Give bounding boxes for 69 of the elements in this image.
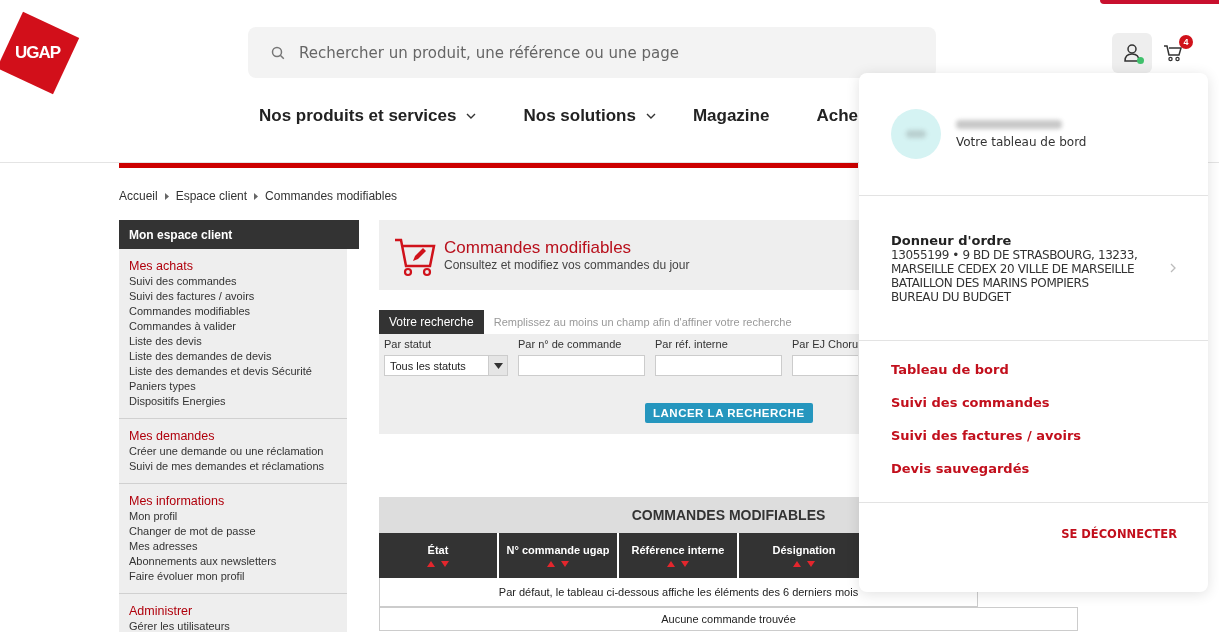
avatar[interactable] (891, 109, 941, 159)
column-header[interactable]: N° commande ugap (499, 533, 617, 578)
sidebar-link[interactable]: Liste des devis (129, 334, 337, 349)
sidebar-link[interactable]: Paniers types (129, 379, 337, 394)
sort-icon (793, 561, 815, 567)
sidebar-link[interactable]: Mes adresses (129, 539, 337, 554)
page-title: Commandes modifiables (444, 238, 633, 258)
sidebar-link[interactable]: Liste des demandes de devis (129, 349, 337, 364)
table-note: Par défaut, le tableau ci-dessous affiche les éléments des 6 derniers mois (497, 585, 860, 600)
menu-link[interactable]: Devis sauvegardés (891, 461, 1176, 479)
breadcrumb-link[interactable]: Accueil (119, 189, 158, 203)
column-header[interactable]: Référence interne (619, 533, 737, 578)
orderer-link[interactable]: Donneur d'ordre 13055199 • 9 BD DE STRASBOURG, 13233, MARSEILLE CEDEX 20 VILLE DE MARSEILLE BATAILLON DES MARINS POMPIERS BUREAU DU BUDGET (859, 196, 1208, 341)
sidebar-link[interactable]: Gérer les utilisateurs (129, 619, 337, 632)
sidebar-link[interactable]: Créer une demande ou une réclamation (129, 444, 337, 459)
sidebar-link[interactable]: Commandes à valider (129, 319, 337, 334)
section-heading: Mes informations (129, 494, 226, 508)
empty-message: Aucune commande trouvée (379, 607, 1078, 631)
chevron-right-icon (1170, 263, 1176, 273)
section-heading: Administrer (129, 604, 194, 618)
sort-icon (427, 561, 449, 567)
nav-item[interactable]: Magazine (692, 106, 770, 126)
cart-button[interactable]: 4 (1163, 35, 1193, 65)
sidebar-link[interactable]: Changer de mot de passe (129, 524, 337, 539)
user-icon (1123, 43, 1141, 63)
filter-label: Par n° de commande (518, 338, 623, 350)
breadcrumb-separator-icon (254, 192, 259, 200)
filter-label: Par EJ Choru (792, 338, 858, 350)
section-heading: Mes demandes (129, 429, 216, 443)
sidebar-link[interactable]: Suivi de mes demandes et réclamations (129, 459, 337, 474)
sidebar-link[interactable]: Commandes modifiables (129, 304, 337, 319)
breadcrumb-link[interactable]: Commandes modifiables (265, 189, 398, 203)
search-icon (271, 46, 285, 60)
column-header[interactable]: État (379, 533, 497, 578)
menu-link[interactable]: Suivi des factures / avoirs (891, 428, 1176, 446)
search-field[interactable]: Rechercher un produit, une référence ou une page (248, 27, 936, 78)
dropdown-arrow-icon (493, 362, 503, 369)
search-tab[interactable]: Votre recherche (379, 310, 484, 334)
cart-icon (1163, 43, 1183, 63)
nav-item[interactable]: Nos solutions (523, 106, 656, 126)
dashboard-caption: Votre tableau de bord (956, 134, 1087, 149)
page-subtitle: Consultez et modifiez vos commandes du jour (444, 258, 690, 272)
sidebar-title: Mon espace client (119, 220, 359, 249)
section-heading: Mes achats (129, 259, 194, 273)
logo[interactable]: UGAP (0, 11, 80, 95)
sidebar-link[interactable]: Abonnements aux newsletters (129, 554, 337, 569)
sort-icon (667, 561, 689, 567)
sidebar-link[interactable]: Dispositifs Energies (129, 394, 337, 409)
nav-item[interactable]: Ache (816, 106, 858, 126)
breadcrumb-link[interactable]: Espace client (175, 189, 248, 203)
filter-label: Par réf. interne (655, 338, 729, 350)
sidebar-link[interactable]: Suivi des factures / avoirs (129, 289, 337, 304)
breadcrumb-separator-icon (164, 192, 169, 200)
menu-link[interactable]: Suivi des commandes (891, 395, 1176, 413)
sidebar-link[interactable]: Mon profil (129, 509, 337, 524)
sort-icon (547, 561, 569, 567)
filter-label: Par statut (384, 338, 433, 350)
nav-item[interactable]: Nos produits et services (259, 106, 477, 126)
menu-link[interactable]: Tableau de bord (891, 362, 1176, 380)
cart-pencil-icon (394, 237, 436, 277)
cart-count: 4 (1179, 35, 1193, 49)
filter-input[interactable] (655, 355, 782, 376)
sidebar-link[interactable]: Faire évoluer mon profil (129, 569, 337, 584)
filter-input[interactable] (518, 355, 645, 376)
sidebar-link[interactable]: Suivi des commandes (129, 274, 337, 289)
user-button[interactable] (1112, 33, 1152, 73)
sidebar-link[interactable]: Liste des demandes et devis Sécurité (129, 364, 337, 379)
search-hint: Remplissez au moins un champ afin d'affiner votre recherche (493, 316, 792, 328)
status-select[interactable]: Tous les statuts (384, 355, 508, 376)
